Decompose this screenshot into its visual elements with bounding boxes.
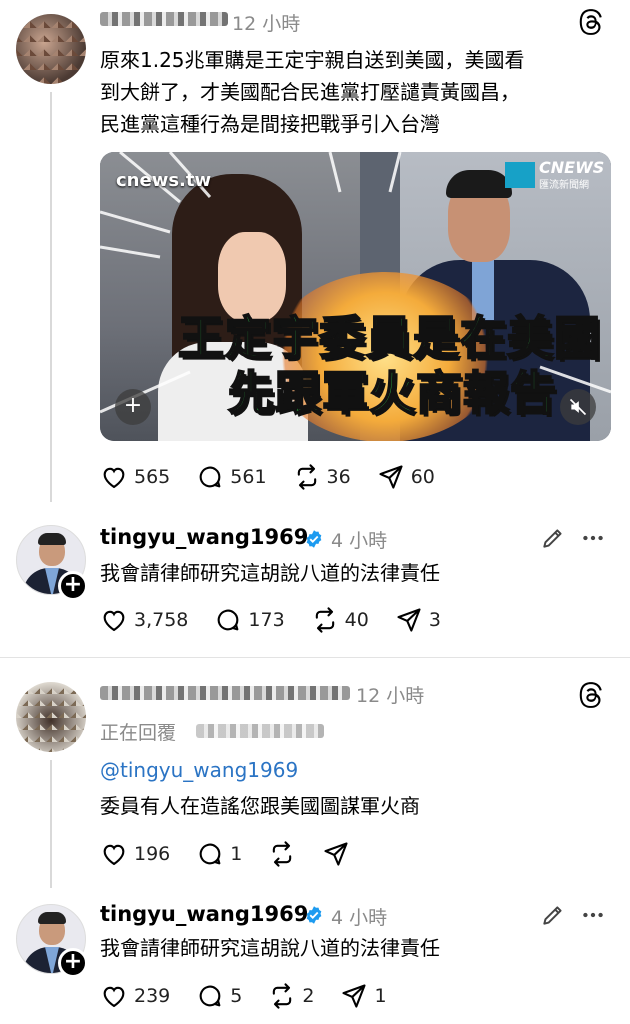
share-button[interactable]: 1 [340,982,387,1010]
add-media-plus-icon[interactable]: + [115,389,151,425]
comment-icon [199,985,221,1007]
send-icon [342,984,367,1008]
reply-button[interactable]: 561 [196,463,267,491]
follow-plus-icon[interactable]: + [58,571,88,601]
heart-icon [103,986,125,1008]
verified-badge-icon [306,530,322,548]
share-count: 1 [374,985,387,1007]
username[interactable]: tingyu_wang1969 [100,525,308,549]
repost-icon [273,983,292,1009]
reply-actions: 239 5 2 1 [100,982,413,1010]
reply-button[interactable]: 173 [214,606,285,634]
like-count: 565 [134,466,171,488]
reply-actions: 3,758 173 40 3 [100,606,467,634]
avatar[interactable] [16,14,86,84]
cnews-logo-box [505,162,535,188]
username-blurred[interactable] [100,12,228,26]
cnews-logo: CNEWS 匯流新聞網 [505,158,605,191]
like-count: 196 [134,843,171,865]
repost-icon [297,464,316,490]
reply-2: + tingyu_wang1969 4 小時 我會請律師研究這胡說八道的法律責任… [0,890,630,1024]
verified-badge-icon [306,906,322,924]
comment-icon [199,843,221,865]
heart-icon [103,844,125,866]
reply-count: 561 [230,466,267,488]
reply-time: 4 小時 [331,907,388,929]
repost-button[interactable]: 2 [268,982,314,1010]
mention-link[interactable]: @tingyu_wang1969 [100,758,298,782]
share-count: 60 [410,466,435,488]
reply-1: + tingyu_wang1969 4 小時 我會請律師研究這胡說八道的法律責任… [0,505,630,655]
reply-button[interactable]: 1 [196,840,242,868]
like-button[interactable]: 196 [100,840,170,868]
reply-count: 173 [248,609,285,631]
repost-count: 40 [344,609,369,631]
username-blurred[interactable] [100,686,350,700]
send-icon [324,842,348,866]
reply-time: 4 小時 [331,530,388,552]
repost-button[interactable] [268,840,296,868]
mute-icon[interactable] [560,389,596,425]
replying-to-blurred[interactable] [196,724,324,738]
repost-button[interactable]: 36 [293,463,351,491]
repost-button[interactable]: 40 [311,606,369,634]
video-caption-line-2: 先跟軍火商報告 [227,365,557,421]
edit-pencil-icon[interactable] [540,902,566,928]
video-thumbnail[interactable]: cnews.tw CNEWS 匯流新聞網 王定宇委員是在美國 先跟軍火商報告 + [100,152,611,441]
threads-logo-icon[interactable] [578,682,604,708]
avatar-hair [38,912,66,924]
post-1: 12 小時 原來1.25兆軍購是王定宇親自送到美國，美國看 到大餅了，才美國配合… [0,0,630,505]
like-button[interactable]: 3,758 [100,606,188,634]
replying-to-label: 正在回覆 [100,722,177,744]
cnews-logo-text: CNEWS [539,158,605,177]
share-button[interactable]: 60 [377,463,435,491]
post-text-line: 到大餅了，才美國配合民進黨打壓譴責黃國昌， [100,80,520,104]
reply-text: 我會請律師研究這胡說八道的法律責任 [100,936,440,960]
share-button[interactable] [322,840,350,868]
share-count: 3 [428,609,441,631]
more-options-icon[interactable] [580,525,606,551]
repost-count: 36 [326,466,351,488]
post-time: 12 小時 [232,13,301,35]
like-count: 239 [134,985,171,1007]
reply-text: 我會請律師研究這胡說八道的法律責任 [100,561,440,585]
post-text: 原來1.25兆軍購是王定宇親自送到美國，美國看 到大餅了，才美國配合民進黨打壓譴… [100,44,610,140]
reply-count: 5 [230,985,243,1007]
thread-line [50,760,52,888]
share-button[interactable]: 3 [395,606,441,634]
post-actions: 196 1 [100,840,376,868]
send-icon [379,465,403,489]
cnews-logo-subtext: 匯流新聞網 [539,180,589,191]
thread-line [50,92,52,502]
repost-icon [273,841,292,867]
heart-icon [103,467,125,489]
more-options-icon[interactable] [580,902,606,928]
post-text-line: 原來1.25兆軍購是王定宇親自送到美國，美國看 [100,48,525,72]
follow-plus-icon[interactable]: + [58,948,88,978]
edit-pencil-icon[interactable] [540,525,566,551]
threads-logo-icon[interactable] [578,9,604,35]
reply-button[interactable]: 5 [196,982,242,1010]
comment-icon [218,609,239,631]
avatar[interactable] [16,682,86,752]
heart-icon [103,610,125,632]
send-icon [397,608,421,632]
like-count: 3,758 [134,609,189,631]
video-watermark: cnews.tw [116,170,212,191]
post-2: 12 小時 正在回覆 @tingyu_wang1969 委員有人在造謠您跟美國圖… [0,660,630,890]
repost-icon [315,607,334,633]
post-actions: 565 561 36 60 [100,463,461,491]
reply-count: 1 [230,843,243,865]
divider [0,657,630,658]
post-text: 委員有人在造謠您跟美國圖謀軍火商 [100,794,420,818]
post-time: 12 小時 [356,685,425,707]
repost-count: 2 [302,985,315,1007]
like-button[interactable]: 239 [100,982,170,1010]
comment-icon [199,466,221,488]
avatar-hair [38,533,66,545]
post-text-line: 民進黨這種行為是間接把戰爭引入台灣 [100,112,440,136]
like-button[interactable]: 565 [100,463,170,491]
username[interactable]: tingyu_wang1969 [100,902,308,926]
